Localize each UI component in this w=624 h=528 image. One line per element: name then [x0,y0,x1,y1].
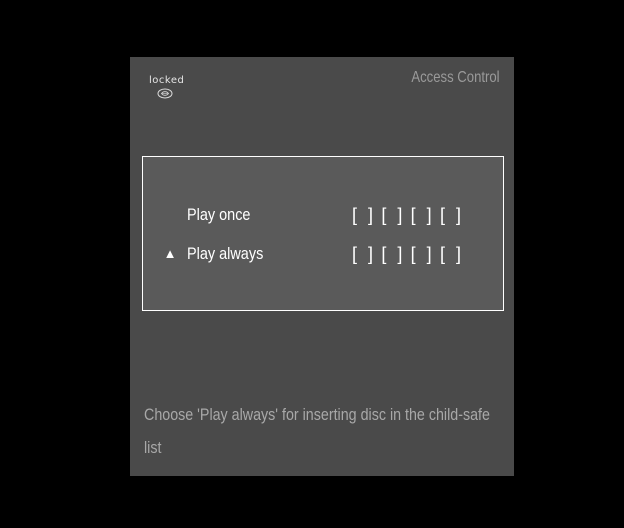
disc-slot: [ ] [410,244,435,264]
help-text: Choose 'Play always' for inserting disc … [144,405,490,457]
disc-slots: [ ] [ ] [ ] [ ] [352,202,464,228]
option-play-once[interactable]: Play once [ ] [ ] [ ] [ ] [143,202,503,228]
disc-slot: [ ] [439,205,464,225]
disc-icon [157,88,173,99]
access-control-screen: locked Access Control Play once [ ] [ ] … [130,57,514,476]
option-play-always[interactable]: ▲ Play always [ ] [ ] [ ] [ ] [143,241,503,267]
disc-slot: [ ] [381,205,406,225]
selection-marker: ▲ [163,246,177,261]
disc-slot: [ ] [352,205,377,225]
lock-status: locked [149,75,185,86]
disc-slot: [ ] [410,205,435,225]
disc-slot: [ ] [439,244,464,264]
option-label: Play always [187,244,264,263]
page-title: Access Control [411,69,500,86]
disc-slot: [ ] [352,244,377,264]
disc-slot: [ ] [381,244,406,264]
options-box: Play once [ ] [ ] [ ] [ ] ▲ Play always … [142,156,504,311]
disc-slots: [ ] [ ] [ ] [ ] [352,241,464,267]
option-label: Play once [187,205,251,224]
